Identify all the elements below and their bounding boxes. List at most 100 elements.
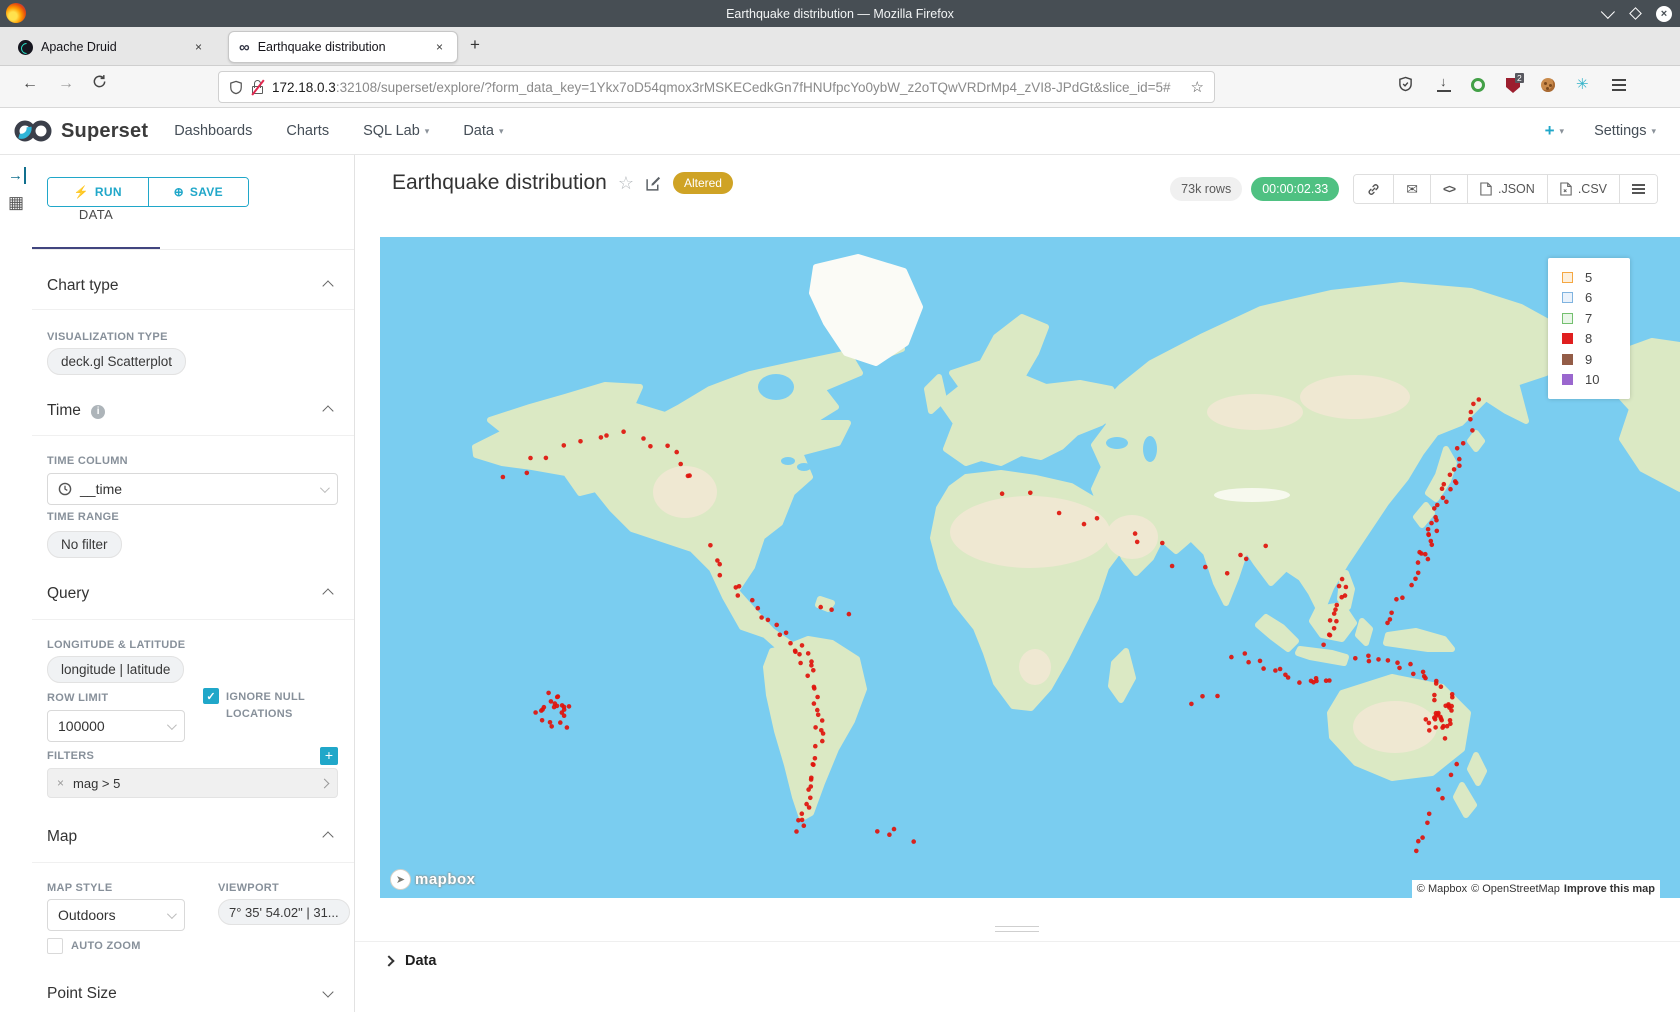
downloads-icon[interactable] xyxy=(1437,78,1451,92)
app-menu-icon[interactable] xyxy=(1612,84,1626,86)
earthquake-point xyxy=(1028,491,1033,496)
earthquake-point xyxy=(806,651,811,656)
viz-type-pill[interactable]: deck.gl Scatterplot xyxy=(47,348,186,375)
legend-label: 7 xyxy=(1585,311,1592,326)
earthquake-point xyxy=(686,474,691,479)
url-text[interactable]: 172.18.0.3:32108/superset/explore/?form_… xyxy=(272,80,1183,95)
tab-data[interactable]: DATA xyxy=(32,207,160,222)
privacy-addon-icon[interactable] xyxy=(1471,78,1485,92)
addon-snowflake-icon[interactable]: ✳ xyxy=(1576,75,1589,94)
email-button[interactable]: ✉ xyxy=(1393,175,1430,203)
earthquake-point xyxy=(1470,428,1475,433)
window-maximize-icon[interactable] xyxy=(1629,7,1642,20)
attrib-osm[interactable]: © OpenStreetMap xyxy=(1471,883,1560,895)
legend-item[interactable]: 5 xyxy=(1562,267,1630,288)
forward-button[interactable]: → xyxy=(58,75,74,93)
shield-permissions-icon[interactable] xyxy=(1398,76,1413,97)
tab-close-icon[interactable]: × xyxy=(191,38,206,56)
auto-zoom-checkbox[interactable] xyxy=(47,938,63,954)
nav-data[interactable]: Data▾ xyxy=(463,123,503,139)
insecure-lock-icon[interactable] xyxy=(251,80,264,95)
nav-sql-lab[interactable]: SQL Lab▾ xyxy=(363,123,429,139)
attrib-mapbox[interactable]: © Mapbox xyxy=(1417,883,1467,895)
window-titlebar: Earthquake distribution — Mozilla Firefo… xyxy=(0,0,1680,27)
tab-close-icon[interactable]: × xyxy=(432,38,447,56)
lonlat-pill[interactable]: longitude | latitude xyxy=(47,656,184,683)
world-map[interactable]: 5 6 7 8910 ➤ mapbox © Mapbox © OpenStreetMa… xyxy=(380,237,1680,898)
mapbox-logo[interactable]: ➤ mapbox xyxy=(390,869,476,890)
map-style-select[interactable]: Outdoors xyxy=(47,899,185,931)
data-panel-label: Data xyxy=(405,953,436,969)
legend-item[interactable]: 10 xyxy=(1562,370,1630,391)
remove-filter-icon[interactable]: × xyxy=(57,776,64,790)
export-json-button[interactable]: .JSON xyxy=(1467,175,1547,203)
earthquake-point xyxy=(811,668,816,673)
add-filter-button[interactable]: + xyxy=(320,747,338,765)
earthquake-point xyxy=(542,705,547,710)
chart-menu-button[interactable] xyxy=(1619,175,1657,203)
bookmark-star-icon[interactable]: ☆ xyxy=(1191,78,1204,96)
settings-menu[interactable]: Settings▾ xyxy=(1594,123,1656,139)
earthquake-point xyxy=(774,623,779,628)
tab-apache-druid[interactable]: Apache Druid × xyxy=(8,31,216,63)
section-query[interactable]: Query xyxy=(47,585,338,603)
earthquake-point xyxy=(800,811,805,816)
new-item-button[interactable]: +▾ xyxy=(1545,121,1564,141)
resize-handle[interactable] xyxy=(995,926,1039,936)
data-panel-header[interactable]: Data xyxy=(385,953,436,969)
earthquake-point xyxy=(1309,679,1314,684)
time-column-select[interactable]: __time xyxy=(47,473,338,505)
section-time[interactable]: Time i xyxy=(47,402,338,420)
ignore-null-checkbox[interactable]: ✓ xyxy=(203,688,219,704)
earthquake-point xyxy=(1353,656,1358,661)
earthquake-point xyxy=(1432,506,1437,511)
edit-title-icon[interactable] xyxy=(645,175,662,192)
time-range-pill[interactable]: No filter xyxy=(47,531,122,558)
filter-pill[interactable]: × mag > 5 xyxy=(47,768,338,798)
chevron-right-icon[interactable] xyxy=(320,778,330,788)
export-csv-button[interactable]: .CSV xyxy=(1547,175,1619,203)
legend-label: 5 xyxy=(1585,270,1592,285)
share-link-button[interactable] xyxy=(1354,175,1393,203)
nav-dashboards[interactable]: Dashboards xyxy=(174,123,252,139)
favorite-star-icon[interactable]: ☆ xyxy=(618,173,634,194)
url-bar[interactable]: 172.18.0.3:32108/superset/explore/?form_… xyxy=(218,71,1215,103)
embed-code-button[interactable]: <> xyxy=(1430,175,1467,203)
nav-charts[interactable]: Charts xyxy=(286,123,329,139)
viewport-pill[interactable]: 7° 35' 54.02" | 31... xyxy=(218,899,350,925)
earthquake-point xyxy=(736,593,741,598)
adblock-addon-icon[interactable]: 2 xyxy=(1506,78,1520,93)
legend-item[interactable]: 9 xyxy=(1562,349,1630,370)
superset-logo[interactable]: Superset xyxy=(0,118,148,144)
save-button[interactable]: ⊕SAVE xyxy=(148,178,249,206)
filters-label: FILTERS xyxy=(47,750,338,762)
earthquake-point xyxy=(820,739,825,744)
new-tab-button[interactable]: + xyxy=(470,35,480,55)
earthquake-point xyxy=(1170,564,1175,569)
earthquake-point xyxy=(562,713,567,718)
superset-navbar: Superset Dashboards Charts SQL Lab▾ Data… xyxy=(0,108,1680,155)
section-point-size[interactable]: Point Size xyxy=(47,985,338,1003)
earthquake-point xyxy=(1441,724,1446,729)
earthquake-point xyxy=(1454,762,1459,767)
tab-earthquake-distribution[interactable]: ∞ Earthquake distribution × xyxy=(228,31,458,63)
row-limit-select[interactable]: 100000 xyxy=(47,710,185,742)
improve-map-link[interactable]: Improve this map xyxy=(1564,883,1655,895)
tracking-shield-icon[interactable] xyxy=(229,80,243,95)
legend-item[interactable]: 6 xyxy=(1562,288,1630,309)
legend-item[interactable]: 7 xyxy=(1562,308,1630,329)
back-button[interactable]: ← xyxy=(22,75,38,93)
section-chart-type[interactable]: Chart type xyxy=(47,277,338,295)
earthquake-point xyxy=(1449,773,1454,778)
window-close-icon[interactable]: × xyxy=(1656,6,1672,22)
plus-circle-icon: ⊕ xyxy=(174,185,184,199)
run-button[interactable]: ⚡RUN xyxy=(48,178,148,206)
cookie-addon-icon[interactable] xyxy=(1541,78,1555,92)
section-map[interactable]: Map xyxy=(47,828,338,846)
earthquake-point xyxy=(533,710,538,715)
earthquake-point xyxy=(1333,607,1338,612)
dataset-grid-icon[interactable]: ▦ xyxy=(8,193,24,213)
legend-item[interactable]: 8 xyxy=(1562,329,1630,350)
reload-button[interactable] xyxy=(92,74,107,94)
expand-dataset-panel-icon[interactable]: →​ xyxy=(8,167,26,184)
